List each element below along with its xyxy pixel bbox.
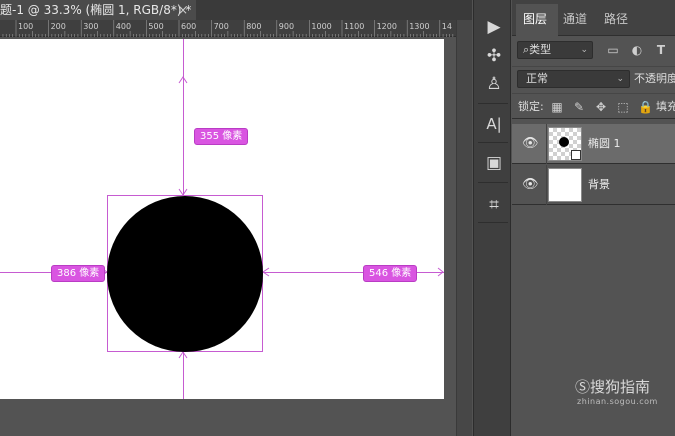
watermark-text: Ⓢ搜狗指南: [575, 378, 651, 396]
tool-divider: [478, 142, 508, 143]
layer-name[interactable]: 背景: [588, 177, 610, 193]
lock-row: 锁定: ▦ ✎ ✥ ⬚ 🔒 填充: [512, 93, 675, 119]
blend-mode-row: 正常 ⌄ 不透明度: [512, 66, 675, 90]
photoshop-window: 题-1 @ 33.3% (椭圆 1, RGB/8*) * × 100 200 300…: [0, 0, 675, 436]
ellipse-thumbnail-dot: [559, 137, 569, 147]
crop-icon[interactable]: ⌗: [482, 193, 506, 217]
blend-mode-select[interactable]: 正常 ⌄: [517, 70, 630, 88]
ruler-label: 700: [214, 22, 229, 31]
lock-label: 锁定:: [518, 100, 544, 113]
tab-channels[interactable]: 通道: [563, 9, 587, 29]
document-tab-bar: 题-1 @ 33.3% (椭圆 1, RGB/8*) * ×: [0, 0, 472, 20]
layer-row-ellipse[interactable]: 👁 椭圆 1: [512, 124, 675, 164]
puzzle-icon[interactable]: ✣: [482, 44, 506, 68]
panel-tool-strip: ▶ ✣ ♙ A| ▣ ⌗: [473, 0, 511, 436]
layer-thumbnail: [548, 127, 582, 161]
blend-mode-value: 正常: [526, 72, 548, 85]
watermark-url: zhinan.sogou.com: [577, 397, 658, 406]
measure-right-label: 546 像素: [363, 265, 418, 282]
ruler-label: 200: [51, 22, 66, 31]
ruler-label: 1100: [344, 22, 364, 31]
ruler-label: 600: [181, 22, 196, 31]
layers-panel: 图层 通道 路径 ⌕类型 ⌄ ▭ ◐ T 正常 ⌄ 不透明度 锁定: ▦ ✎ ✥: [512, 0, 675, 436]
chevron-down-icon: ⌄: [580, 45, 588, 55]
lock-brush-icon[interactable]: ✎: [572, 99, 586, 115]
panel-tabs: 图层 通道 路径: [512, 0, 675, 36]
tab-layers[interactable]: 图层: [523, 9, 547, 29]
document-tab-title: 题-1 @ 33.3% (椭圆 1, RGB/8*) *: [0, 3, 192, 17]
document-tab[interactable]: 题-1 @ 33.3% (椭圆 1, RGB/8*) * ×: [0, 0, 196, 20]
person-icon[interactable]: ♙: [482, 72, 506, 96]
ruler-label: 1200: [377, 22, 397, 31]
layer-filter-row: ⌕类型 ⌄ ▭ ◐ T: [512, 38, 675, 64]
type-filter-icon[interactable]: T: [654, 42, 668, 58]
tool-divider: [478, 182, 508, 183]
vertical-scrollbar[interactable]: [456, 20, 472, 436]
ruler-label: 300: [83, 22, 98, 31]
layer-filter-select[interactable]: ⌕类型 ⌄: [517, 41, 593, 59]
cube-icon[interactable]: ▣: [482, 151, 506, 175]
ellipse-shape[interactable]: [107, 196, 263, 352]
fill-label: 填充: [656, 100, 675, 113]
horizontal-ruler: 100 200 300 400 500 600 700 800 900 1000 1100 1200 1…: [0, 20, 456, 37]
image-filter-icon[interactable]: ▭: [606, 42, 620, 58]
layer-divider: [546, 124, 547, 164]
adjustment-filter-icon[interactable]: ◐: [630, 42, 644, 58]
layer-row-background[interactable]: 👁 背景: [512, 165, 675, 205]
tool-divider: [478, 222, 508, 223]
ruler-label: 1000: [311, 22, 331, 31]
ruler-label: 1300: [409, 22, 429, 31]
lock-transparency-icon[interactable]: ▦: [550, 99, 564, 115]
sogou-watermark: Ⓢ搜狗指南 zhinan.sogou.com: [575, 378, 658, 408]
tab-paths[interactable]: 路径: [604, 9, 628, 29]
layer-thumbnail: [548, 168, 582, 202]
measure-left-label: 386 像素: [51, 265, 106, 282]
shape-layer-badge-icon: [571, 150, 581, 160]
character-icon[interactable]: A|: [482, 112, 506, 136]
layer-divider: [546, 165, 547, 205]
eye-icon[interactable]: 👁: [522, 136, 539, 152]
ruler-ticks: 100 200 300 400 500 600 700 800 900 1000 1100 1200 1…: [2, 20, 454, 37]
ruler-label: 100: [18, 22, 33, 31]
layer-name[interactable]: 椭圆 1: [588, 136, 621, 152]
ruler-label: 14: [442, 22, 452, 31]
opacity-label: 不透明度: [634, 72, 675, 85]
tool-divider: [478, 103, 508, 104]
chevron-down-icon: ⌄: [616, 74, 624, 84]
eye-icon[interactable]: 👁: [522, 177, 539, 193]
filter-select-value: ⌕类型: [523, 43, 552, 56]
ruler-label: 500: [148, 22, 163, 31]
lock-all-icon[interactable]: 🔒: [638, 99, 653, 115]
measure-top-label: 355 像素: [194, 128, 249, 145]
play-icon[interactable]: ▶: [482, 15, 506, 39]
ruler-label: 400: [116, 22, 131, 31]
lock-position-icon[interactable]: ✥: [594, 99, 608, 115]
ruler-label: 900: [279, 22, 294, 31]
close-tab-icon[interactable]: ×: [178, 0, 188, 20]
ruler-label: 800: [246, 22, 261, 31]
lock-artboard-icon[interactable]: ⬚: [616, 99, 630, 115]
